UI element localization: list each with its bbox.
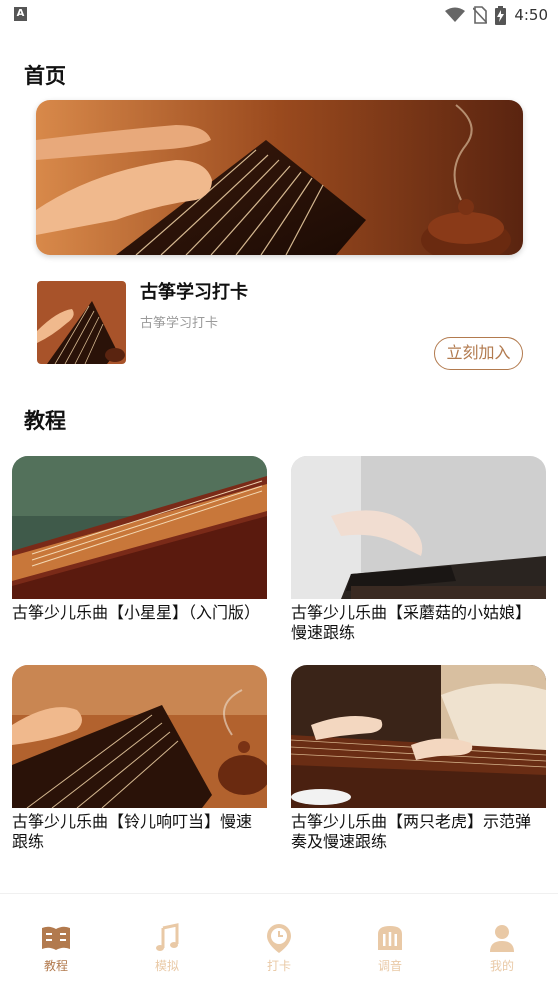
checkin-subtitle: 古筝学习打卡 (140, 316, 219, 331)
nav-label: 我的 (489, 959, 514, 973)
bottom-navigation: 教程 模拟 打卡 调音 我的 (0, 893, 558, 993)
tutorial-card-2[interactable]: 古筝少儿乐曲【采蘑菇的小姑娘】慢速跟练 (291, 456, 546, 643)
nav-item-checkin[interactable]: 打卡 (239, 922, 319, 974)
nav-label: 调音 (377, 959, 402, 973)
tutorial-card-3[interactable]: 古筝少儿乐曲【铃儿响叮当】慢速跟练 (12, 665, 267, 852)
status-icons: 4:50 (445, 4, 548, 26)
tuner-icon (378, 926, 402, 950)
nav-item-tutorials[interactable]: 教程 (16, 922, 96, 974)
nav-item-profile[interactable]: 我的 (462, 922, 542, 974)
tutorial-thumbnail (291, 456, 546, 599)
tutorials-title: 教程 (24, 409, 66, 433)
nav-label: 教程 (43, 959, 68, 973)
tutorial-caption: 古筝少儿乐曲【两只老虎】示范弹奏及慢速跟练 (291, 812, 532, 851)
checkin-title: 古筝学习打卡 (140, 282, 248, 303)
battery-charging-icon (495, 5, 507, 25)
tutorial-card-1[interactable]: 古筝少儿乐曲【小星星】（入门版） (12, 456, 267, 623)
notification-badge: A (14, 7, 27, 21)
tutorial-thumbnail (12, 456, 267, 599)
tutorial-caption: 古筝少儿乐曲【铃儿响叮当】慢速跟练 (12, 812, 253, 851)
clock: 4:50 (514, 6, 548, 24)
book-icon (42, 926, 70, 950)
page-title: 首页 (24, 64, 66, 88)
tutorial-thumbnail (12, 665, 267, 808)
nav-label: 模拟 (154, 959, 179, 973)
wifi-icon (445, 7, 466, 22)
tutorial-caption: 古筝少儿乐曲【采蘑菇的小姑娘】慢速跟练 (291, 603, 532, 642)
banner-image[interactable] (36, 100, 523, 255)
tutorial-thumbnail (291, 665, 546, 808)
status-bar: A 4:50 (0, 0, 558, 30)
tutorial-card-4[interactable]: 古筝少儿乐曲【两只老虎】示范弹奏及慢速跟练 (291, 665, 546, 852)
nav-label: 打卡 (266, 959, 291, 973)
user-icon (490, 925, 514, 952)
tutorial-caption: 古筝少儿乐曲【小星星】（入门版） (12, 603, 261, 622)
nav-item-simulate[interactable]: 模拟 (127, 922, 207, 974)
nav-item-tuner[interactable]: 调音 (350, 922, 430, 974)
no-sim-icon (473, 6, 488, 24)
music-note-icon (156, 923, 179, 951)
clock-pin-icon (267, 924, 291, 953)
checkin-thumbnail[interactable] (37, 281, 126, 364)
join-button[interactable]: 立刻加入 (434, 337, 523, 370)
